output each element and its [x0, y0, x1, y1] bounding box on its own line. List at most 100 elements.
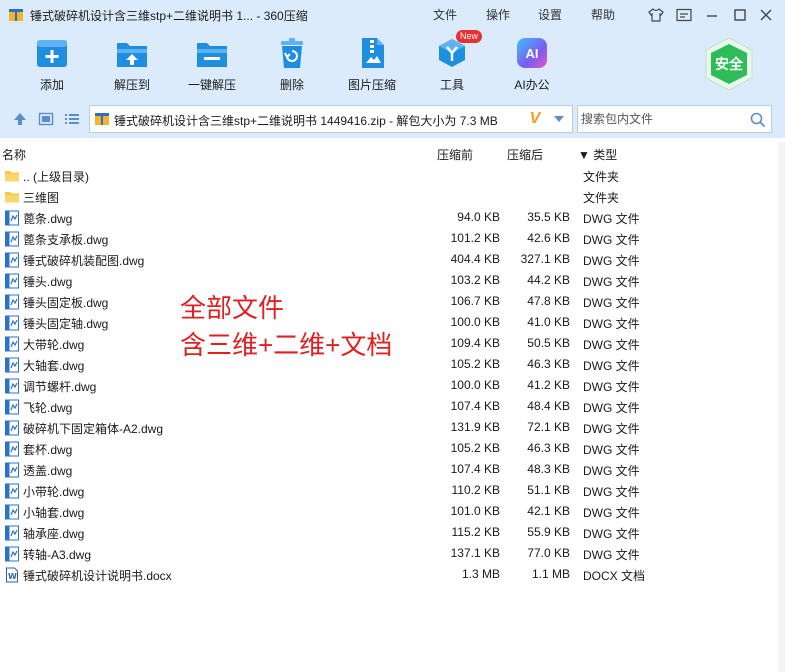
dwg-file-icon — [4, 357, 20, 373]
minimize-button[interactable] — [701, 5, 723, 25]
file-name: 锤式破碎机装配图.dwg — [23, 254, 145, 268]
ai-office-label: AI办公 — [514, 78, 550, 92]
file-type: DWG 文件 — [583, 443, 640, 457]
menu-operate[interactable]: 操作 — [486, 6, 510, 23]
close-icon — [760, 9, 772, 21]
dwg-file-icon — [4, 294, 20, 310]
chevron-down-icon[interactable] — [553, 115, 565, 123]
list-view-icon[interactable] — [64, 112, 80, 126]
menu-settings[interactable]: 设置 — [538, 6, 562, 23]
file-size-after: 55.9 KB — [527, 525, 570, 539]
minimize-icon — [707, 15, 717, 17]
file-name: 锤头固定轴.dwg — [23, 317, 109, 331]
file-size-after: 48.4 KB — [527, 399, 570, 413]
column-header-size[interactable]: 压缩后 — [507, 146, 543, 163]
file-row[interactable]: 锤头.dwg 103.2 KB 44.2 KB DWG 文件 — [0, 270, 776, 291]
file-size-before: 137.1 KB — [450, 546, 500, 560]
dwg-file-icon — [4, 231, 20, 247]
file-row[interactable]: 破碎机下固定箱体-A2.dwg 131.9 KB 72.1 KB DWG 文件 — [0, 417, 776, 438]
maximize-icon — [734, 9, 746, 21]
file-size-after: 51.1 KB — [527, 483, 570, 497]
folder-row[interactable]: 三维图 文件夹 — [0, 186, 776, 207]
file-row[interactable]: 飞轮.dwg 107.4 KB 48.4 KB DWG 文件 — [0, 396, 776, 417]
file-name: 透盖.dwg — [23, 464, 73, 478]
menu-help[interactable]: 帮助 — [591, 6, 615, 23]
search-icon[interactable] — [750, 112, 766, 128]
file-type: DWG 文件 — [583, 422, 640, 436]
file-type: DWG 文件 — [583, 485, 640, 499]
file-row[interactable]: 透盖.dwg 107.4 KB 48.3 KB DWG 文件 — [0, 459, 776, 480]
tshirt-icon — [648, 8, 664, 22]
file-name: 锤头固定板.dwg — [23, 296, 109, 310]
file-row[interactable]: 蓖条.dwg 94.0 KB 35.5 KB DWG 文件 — [0, 207, 776, 228]
column-header-name[interactable]: 名称 — [2, 146, 26, 163]
column-header-type[interactable]: ▼ 类型 — [578, 146, 617, 163]
file-size-after: 42.1 KB — [527, 504, 570, 518]
app-icon — [9, 9, 23, 21]
file-size-before: 106.7 KB — [450, 294, 500, 308]
file-row[interactable]: 转轴-A3.dwg 137.1 KB 77.0 KB DWG 文件 — [0, 543, 776, 564]
file-size-after: 1.1 MB — [531, 567, 570, 581]
file-size-after: 35.5 KB — [527, 210, 570, 224]
file-type: DWG 文件 — [583, 464, 640, 478]
maximize-button[interactable] — [729, 5, 751, 25]
dwg-file-icon — [4, 483, 20, 499]
file-row[interactable]: W 锤式破碎机设计说明书.docx 1.3 MB 1.1 MB DOCX 文档 — [0, 564, 776, 585]
file-size-after: 48.3 KB — [527, 462, 570, 476]
file-row[interactable]: 蓖条支承板.dwg 101.2 KB 42.6 KB DWG 文件 — [0, 228, 776, 249]
menu-file[interactable]: 文件 — [433, 6, 457, 23]
file-row[interactable]: 套杯.dwg 105.2 KB 46.3 KB DWG 文件 — [0, 438, 776, 459]
file-size-after: 42.6 KB — [527, 231, 570, 245]
ai-office-glyph: AI — [525, 45, 539, 61]
file-row[interactable]: 轴承座.dwg 115.2 KB 55.9 KB DWG 文件 — [0, 522, 776, 543]
file-row[interactable]: 小带轮.dwg 110.2 KB 51.1 KB DWG 文件 — [0, 480, 776, 501]
folder-icon — [4, 168, 20, 184]
top-area: 锤式破碎机设计含三维stp+二维说明书 1... - 360压缩 文件 操作 设… — [0, 0, 785, 138]
message-icon — [676, 8, 692, 22]
address-bar[interactable]: 锤式破碎机设计含三维stp+二维说明书 1449416.zip - 解包大小为 … — [89, 105, 573, 133]
file-row[interactable]: 调节螺杆.dwg 100.0 KB 41.2 KB DWG 文件 — [0, 375, 776, 396]
dwg-file-icon — [4, 336, 20, 352]
overlay-line-1: 全部文件 — [180, 293, 285, 323]
file-size-after: 41.2 KB — [527, 378, 570, 392]
thumbnail-view-icon[interactable] — [38, 112, 54, 126]
safe-label: 安全 — [715, 56, 743, 72]
feedback-button[interactable] — [673, 5, 695, 25]
dwg-file-icon — [4, 210, 20, 226]
add-button[interactable]: 添加 — [20, 36, 84, 94]
file-name: 蓖条.dwg — [23, 212, 73, 226]
add-icon — [37, 40, 67, 67]
file-size-before: 105.2 KB — [450, 441, 500, 455]
dwg-file-icon — [4, 273, 20, 289]
tools-button[interactable]: 工具 New — [420, 30, 484, 94]
folder-row[interactable]: .. (上级目录) 文件夹 — [0, 165, 776, 186]
file-row[interactable]: 锤头固定板.dwg 106.7 KB 47.8 KB DWG 文件 — [0, 291, 776, 312]
file-row[interactable]: 小轴套.dwg 101.0 KB 42.1 KB DWG 文件 — [0, 501, 776, 522]
v-logo-icon[interactable]: V — [525, 110, 545, 128]
safe-badge[interactable]: 安全 — [701, 36, 757, 92]
new-badge: New — [456, 30, 483, 43]
word-document-icon: W — [4, 567, 20, 583]
file-type: DWG 文件 — [583, 254, 640, 268]
one-click-extract-button[interactable]: 一键解压 — [180, 36, 244, 94]
image-compress-icon — [362, 38, 384, 68]
add-label: 添加 — [39, 78, 64, 92]
file-name: 调节螺杆.dwg — [23, 380, 97, 394]
file-size-before: 101.0 KB — [450, 504, 500, 518]
column-header-compressed[interactable]: 压缩前 — [437, 146, 473, 163]
image-compress-button[interactable]: 图片压缩 — [340, 36, 404, 94]
delete-button[interactable]: 删除 — [260, 36, 324, 94]
ai-office-button[interactable]: AI AI办公 — [500, 36, 564, 94]
file-size-before: 101.2 KB — [450, 231, 500, 245]
file-name: 锤头.dwg — [23, 275, 73, 289]
file-size-before: 103.2 KB — [450, 273, 500, 287]
up-arrow-icon[interactable] — [12, 112, 28, 126]
skin-button[interactable] — [645, 5, 667, 25]
extract-to-button[interactable]: 解压到 — [100, 36, 164, 94]
close-button[interactable] — [755, 5, 777, 25]
search-input[interactable] — [578, 106, 746, 132]
file-row[interactable]: 锤式破碎机装配图.dwg 404.4 KB 327.1 KB DWG 文件 — [0, 249, 776, 270]
vertical-scrollbar[interactable] — [778, 142, 785, 672]
dwg-file-icon — [4, 525, 20, 541]
file-size-before: 115.2 KB — [451, 525, 500, 539]
